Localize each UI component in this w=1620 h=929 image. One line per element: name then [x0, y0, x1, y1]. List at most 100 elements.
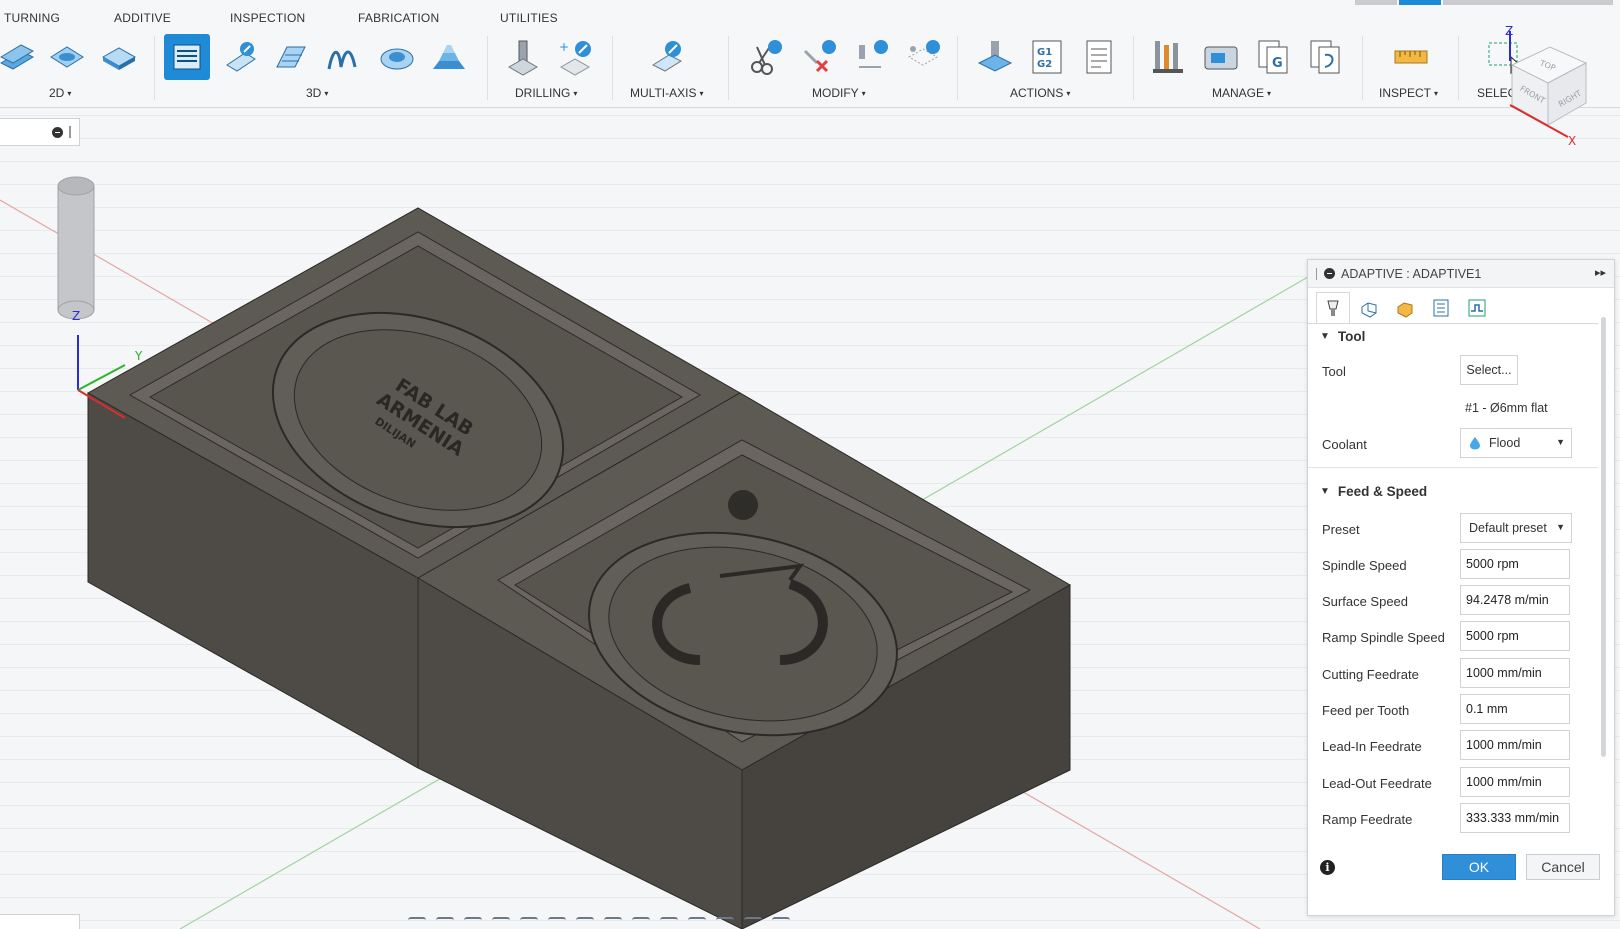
tab-utilities[interactable]: UTILITIES: [500, 11, 558, 25]
tab-passes[interactable]: [1424, 292, 1458, 324]
stock-icon[interactable]: [660, 917, 678, 929]
section-divider: [1308, 467, 1598, 468]
hole-recognition-tool[interactable]: +: [552, 34, 598, 80]
group-2d[interactable]: 2D ▾: [49, 86, 71, 100]
group-multi-axis[interactable]: MULTI-AXIS ▾: [630, 86, 703, 100]
toolpath-visibility-icon[interactable]: [744, 917, 762, 929]
surface-speed-input[interactable]: 94.2478 m/min: [1460, 585, 1570, 615]
tab-geometry[interactable]: [1352, 292, 1386, 324]
info-icon[interactable]: i: [1320, 860, 1335, 875]
pan-icon[interactable]: [464, 917, 482, 929]
expand-panel-icon[interactable]: ▸▸: [1595, 266, 1606, 279]
ruler-icon: [1394, 50, 1428, 64]
visibility-icon[interactable]: [688, 917, 706, 929]
separator: [487, 36, 488, 100]
drill-tool[interactable]: [500, 34, 546, 80]
ok-button[interactable]: OK: [1442, 854, 1516, 880]
group-3d[interactable]: 3D ▾: [306, 86, 328, 100]
3d-contour-tool[interactable]: [320, 34, 366, 80]
pattern-tool[interactable]: [900, 34, 946, 80]
collapse-icon[interactable]: [52, 126, 63, 138]
orbit-icon[interactable]: [408, 917, 426, 929]
face-icon: [101, 47, 137, 70]
section-analysis-icon[interactable]: [632, 917, 650, 929]
pocket-icon: [50, 46, 84, 68]
grip-handle-icon[interactable]: [69, 126, 71, 138]
group-modify-label: MODIFY: [812, 86, 859, 100]
preset-dropdown[interactable]: Default preset ▼: [1460, 513, 1572, 543]
move-tool[interactable]: [848, 34, 894, 80]
view-cube[interactable]: Z X TOP FRONT RIGHT: [1490, 24, 1610, 148]
bottom-toggle[interactable]: [0, 914, 80, 929]
environment-icon[interactable]: [772, 917, 790, 929]
collapse-triangle-icon[interactable]: ▼: [1320, 331, 1330, 342]
group-manage[interactable]: MANAGE ▾: [1212, 86, 1271, 100]
display-settings-icon[interactable]: [548, 917, 566, 929]
tab-fabrication[interactable]: FABRICATION: [358, 11, 439, 25]
ramp-feedrate-input[interactable]: 333.333 mm/min: [1460, 803, 1570, 833]
tab-linking[interactable]: [1460, 292, 1494, 324]
collapse-icon[interactable]: [1324, 268, 1335, 279]
group-inspect[interactable]: INSPECT ▾: [1379, 86, 1438, 100]
passes-tab-icon: [1433, 299, 1449, 317]
template-library-tool[interactable]: G: [1250, 34, 1296, 80]
panel-header[interactable]: ADAPTIVE : ADAPTIVE1 ▸▸: [1308, 260, 1614, 288]
ramp-spindle-speed-input[interactable]: 5000 rpm: [1460, 621, 1570, 651]
3d-scallop-tool[interactable]: [374, 34, 420, 80]
2d-pocket-tool[interactable]: [44, 34, 90, 80]
tab-additive[interactable]: ADDITIVE: [114, 11, 171, 25]
lead-in-feedrate-input[interactable]: 1000 mm/min: [1460, 730, 1570, 760]
spindle-speed-input[interactable]: 5000 rpm: [1460, 549, 1570, 579]
group-modify[interactable]: MODIFY ▾: [812, 86, 866, 100]
collapse-triangle-icon[interactable]: ▼: [1320, 486, 1330, 497]
coolant-dropdown[interactable]: Flood ▼: [1460, 428, 1572, 458]
tool-library-tool[interactable]: [1146, 34, 1192, 80]
feed-per-tooth-input[interactable]: 0.1 mm: [1460, 694, 1570, 724]
2d-face-tool[interactable]: [96, 34, 142, 80]
3d-adaptive-tool[interactable]: [164, 34, 210, 80]
feed-per-tooth-label: Feed per Tooth: [1322, 703, 1410, 718]
tab-inspection[interactable]: INSPECTION: [230, 11, 305, 25]
cutting-feedrate-input[interactable]: 1000 mm/min: [1460, 658, 1570, 688]
group-actions[interactable]: ACTIONS ▾: [1010, 86, 1070, 100]
simulate-icon: [977, 41, 1013, 72]
tool-visibility-icon[interactable]: [716, 917, 734, 929]
2d-contour-tool[interactable]: [0, 34, 40, 80]
tab-turning[interactable]: TURNING: [4, 11, 60, 25]
machine-library-tool[interactable]: [1198, 34, 1244, 80]
3d-pencil-tool[interactable]: [426, 34, 472, 80]
zoom-icon[interactable]: [492, 917, 510, 929]
trim-tool[interactable]: [742, 34, 788, 80]
lead-out-feedrate-input[interactable]: 1000 mm/min: [1460, 767, 1570, 797]
3d-pocket-tool[interactable]: [218, 34, 264, 80]
z-axis-label: Z: [1505, 25, 1513, 38]
measure-tool[interactable]: [1388, 34, 1434, 80]
geometry-tab-icon: [1361, 302, 1377, 318]
hole: [728, 490, 758, 520]
tab-tool[interactable]: [1316, 292, 1350, 324]
viewports-icon[interactable]: [604, 917, 622, 929]
navigation-bar: [400, 912, 920, 929]
section-tool[interactable]: ▼ Tool: [1320, 329, 1365, 344]
post-library-tool[interactable]: [1302, 34, 1348, 80]
scallop-icon: [380, 48, 414, 70]
look-at-icon[interactable]: [436, 917, 454, 929]
fit-icon[interactable]: [520, 917, 538, 929]
tabs-divider: [1308, 323, 1598, 324]
simulate-tool[interactable]: [972, 34, 1018, 80]
tab-heights[interactable]: [1388, 292, 1422, 324]
delete-toolpath-tool[interactable]: [796, 34, 842, 80]
grip-handle-icon[interactable]: [1316, 267, 1318, 280]
panel-scrollbar[interactable]: [1601, 317, 1606, 757]
3d-parallel-tool[interactable]: [268, 34, 314, 80]
cancel-button[interactable]: Cancel: [1526, 854, 1600, 880]
surface-speed-label: Surface Speed: [1322, 594, 1409, 609]
multi-axis-tool[interactable]: [644, 34, 690, 80]
tool-select-button[interactable]: Select...: [1460, 355, 1518, 385]
section-feed-speed[interactable]: ▼ Feed & Speed: [1320, 484, 1427, 499]
browser-toggle[interactable]: [0, 118, 80, 146]
group-drilling[interactable]: DRILLING ▾: [515, 86, 577, 100]
post-process-tool[interactable]: G1 G2: [1024, 34, 1070, 80]
setup-sheet-tool[interactable]: [1076, 34, 1122, 80]
grid-settings-icon[interactable]: [576, 917, 594, 929]
